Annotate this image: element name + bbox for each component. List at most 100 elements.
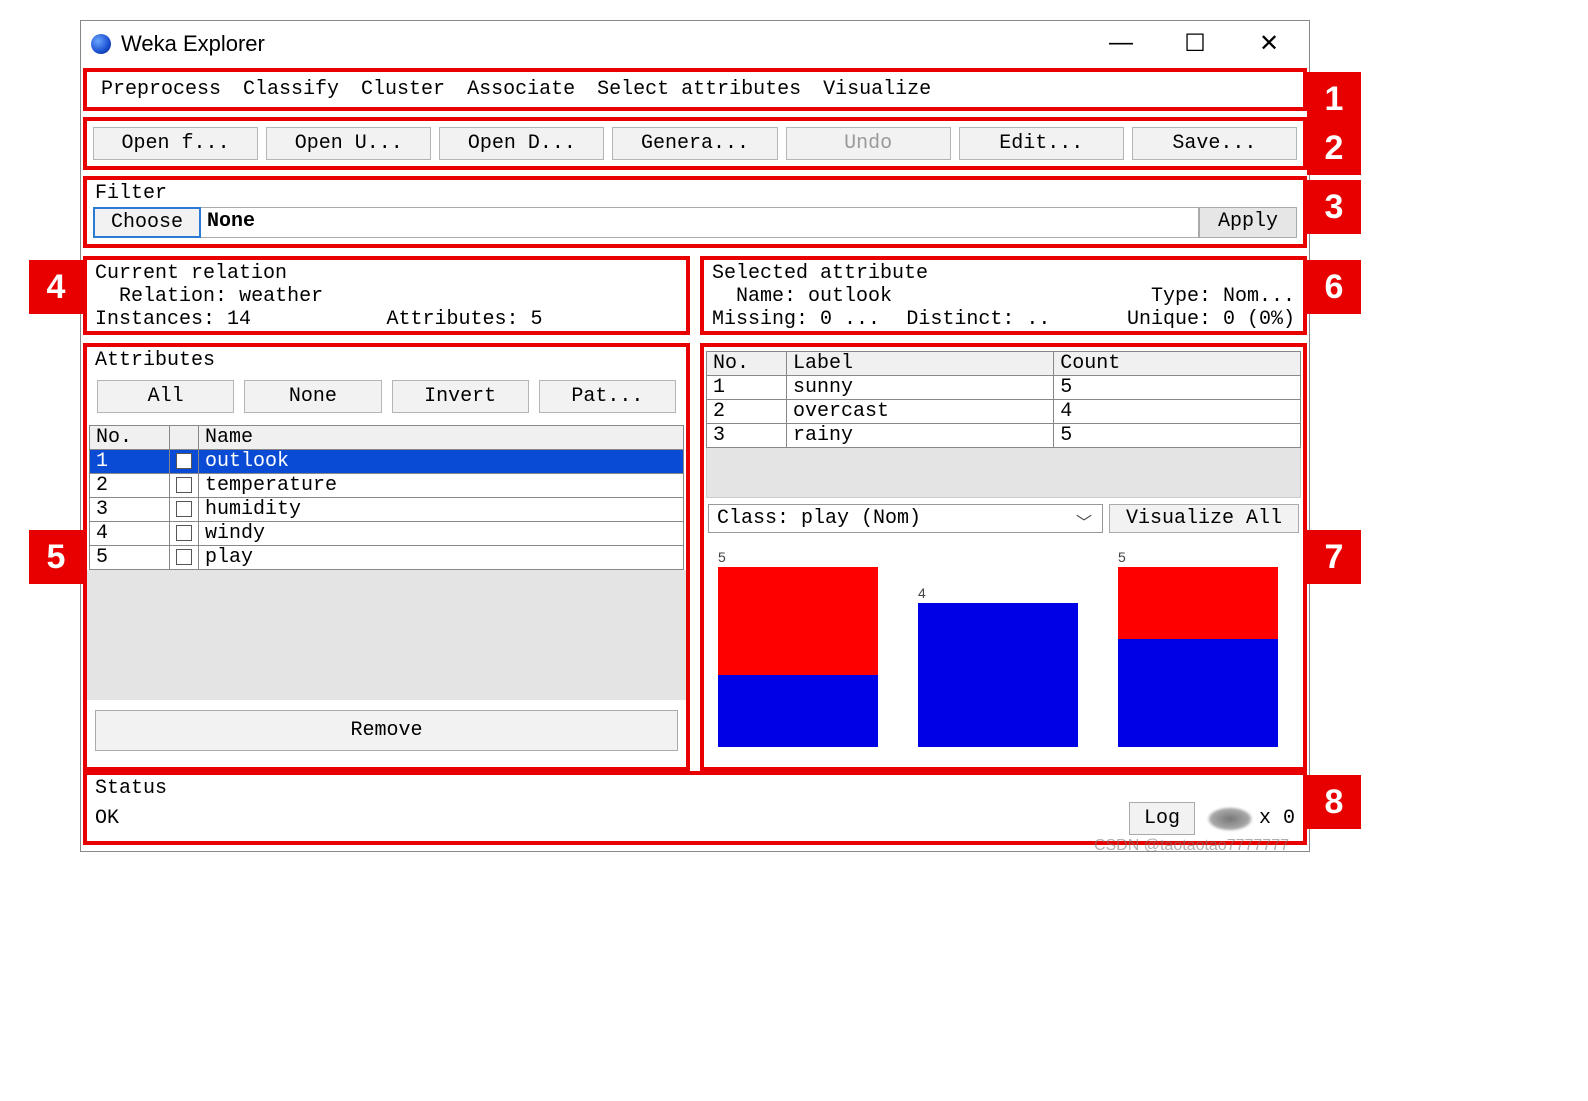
cell-count: 4 — [1054, 400, 1301, 424]
filter-choose-button[interactable]: Choose — [93, 207, 201, 238]
cell-no: 2 — [707, 400, 787, 424]
current-relation-region: 4 Current relation Relation: weather Ins… — [83, 256, 690, 335]
cell-check[interactable] — [170, 546, 199, 570]
relation-field: Relation: weather — [95, 285, 678, 308]
toolbar: Open f... Open U... Open D... Genera... … — [87, 121, 1303, 166]
cell-no: 5 — [90, 546, 170, 570]
callout-6: 6 — [1307, 260, 1361, 314]
attr-col-check — [170, 426, 199, 450]
tab-select-attributes[interactable]: Select attributes — [587, 76, 811, 103]
attributes-buttons: All None Invert Pat... — [87, 372, 686, 421]
attributes-heading: Attributes — [87, 347, 686, 372]
edit-button[interactable]: Edit... — [959, 127, 1124, 160]
bar-segment-no — [718, 567, 878, 675]
cell-no: 1 — [90, 450, 170, 474]
attr-pattern-button[interactable]: Pat... — [539, 380, 676, 413]
checkbox-icon[interactable] — [176, 453, 192, 469]
bar-label: 5 — [1118, 549, 1278, 565]
cell-name: windy — [199, 522, 684, 546]
selected-attribute-heading: Selected attribute — [704, 260, 1303, 285]
tab-preprocess[interactable]: Preprocess — [91, 76, 231, 103]
save-button[interactable]: Save... — [1132, 127, 1297, 160]
class-select[interactable]: Class: play (Nom) ﹀ — [708, 504, 1103, 533]
cell-label: overcast — [787, 400, 1054, 424]
values-header-row: No. Label Count — [707, 352, 1301, 376]
val-col-label: Label — [787, 352, 1054, 376]
cell-name: temperature — [199, 474, 684, 498]
bar-label: 4 — [918, 585, 1078, 601]
attr-none-button[interactable]: None — [244, 380, 381, 413]
filter-apply-button[interactable]: Apply — [1199, 207, 1297, 238]
cell-no: 4 — [90, 522, 170, 546]
maximize-button[interactable]: ☐ — [1175, 29, 1215, 58]
checkbox-icon[interactable] — [176, 477, 192, 493]
status-value: OK — [95, 807, 119, 830]
selected-attribute-region: 6 Selected attribute Name: outlook Type:… — [700, 256, 1307, 335]
attributes-table: No. Name 1outlook2temperature3humidity4 w… — [89, 425, 684, 570]
cell-no: 1 — [707, 376, 787, 400]
cell-count: 5 — [1054, 424, 1301, 448]
cell-check[interactable] — [170, 498, 199, 522]
cell-check[interactable] — [170, 450, 199, 474]
remove-button[interactable]: Remove — [95, 710, 678, 751]
minimize-button[interactable]: — — [1101, 29, 1141, 58]
cell-check[interactable] — [170, 522, 199, 546]
val-col-count: Count — [1054, 352, 1301, 376]
generate-button[interactable]: Genera... — [612, 127, 777, 160]
visualize-all-button[interactable]: Visualize All — [1109, 504, 1299, 533]
checkbox-icon[interactable] — [176, 501, 192, 517]
open-file-button[interactable]: Open f... — [93, 127, 258, 160]
chevron-down-icon: ﹀ — [1076, 509, 1092, 533]
attr-col-no: No. — [90, 426, 170, 450]
cell-check[interactable] — [170, 474, 199, 498]
open-db-button[interactable]: Open D... — [439, 127, 604, 160]
table-row[interactable]: 1outlook — [90, 450, 684, 474]
checkbox-icon[interactable] — [176, 525, 192, 541]
callout-5: 5 — [29, 530, 83, 584]
status-heading: Status — [87, 775, 1303, 800]
values-table: No. Label Count 1sunny52overcast43rainy5 — [706, 351, 1301, 448]
toolbar-region: 2 Open f... Open U... Open D... Genera..… — [83, 117, 1307, 170]
weka-icon — [91, 34, 111, 54]
bar-segment-yes — [718, 675, 878, 747]
attr-col-name: Name — [199, 426, 684, 450]
info-row: 4 Current relation Relation: weather Ins… — [81, 254, 1309, 341]
log-button[interactable]: Log — [1129, 802, 1195, 835]
tabs-region: 1 Preprocess Classify Cluster Associate … — [83, 68, 1307, 111]
attr-type-field: Type: Nom... — [1004, 285, 1296, 308]
open-url-button[interactable]: Open U... — [266, 127, 431, 160]
undo-button: Undo — [786, 127, 951, 160]
callout-4: 4 — [29, 260, 83, 314]
bar-label: 5 — [718, 549, 878, 565]
tab-visualize[interactable]: Visualize — [813, 76, 941, 103]
cell-no: 3 — [90, 498, 170, 522]
cell-label: rainy — [787, 424, 1054, 448]
attr-invert-button[interactable]: Invert — [392, 380, 529, 413]
table-row[interactable]: 2overcast4 — [707, 400, 1301, 424]
callout-1: 1 — [1307, 72, 1361, 126]
tab-cluster[interactable]: Cluster — [351, 76, 455, 103]
table-row[interactable]: 3humidity — [90, 498, 684, 522]
chart-bar: 4 — [918, 585, 1078, 747]
attr-all-button[interactable]: All — [97, 380, 234, 413]
tab-classify[interactable]: Classify — [233, 76, 349, 103]
bar-segment-no — [1118, 567, 1278, 639]
tab-associate[interactable]: Associate — [457, 76, 585, 103]
filter-value[interactable]: None — [201, 207, 1199, 238]
table-row[interactable]: 5play — [90, 546, 684, 570]
table-row[interactable]: 3rainy5 — [707, 424, 1301, 448]
current-relation-heading: Current relation — [87, 260, 686, 285]
callout-8: 8 — [1307, 775, 1361, 829]
status-region: 8 Status OK Log x 0 — [83, 771, 1307, 845]
table-row[interactable]: 4 windy — [90, 522, 684, 546]
histogram-chart: 5 4 5 — [704, 537, 1303, 747]
callout-2: 2 — [1307, 121, 1361, 175]
checkbox-icon[interactable] — [176, 549, 192, 565]
close-button[interactable]: ✕ — [1249, 29, 1289, 58]
titlebar: Weka Explorer — ☐ ✕ — [81, 21, 1309, 66]
class-select-value: Class: play (Nom) — [717, 507, 921, 530]
status-count: x 0 — [1259, 807, 1295, 830]
val-col-no: No. — [707, 352, 787, 376]
table-row[interactable]: 1sunny5 — [707, 376, 1301, 400]
table-row[interactable]: 2temperature — [90, 474, 684, 498]
